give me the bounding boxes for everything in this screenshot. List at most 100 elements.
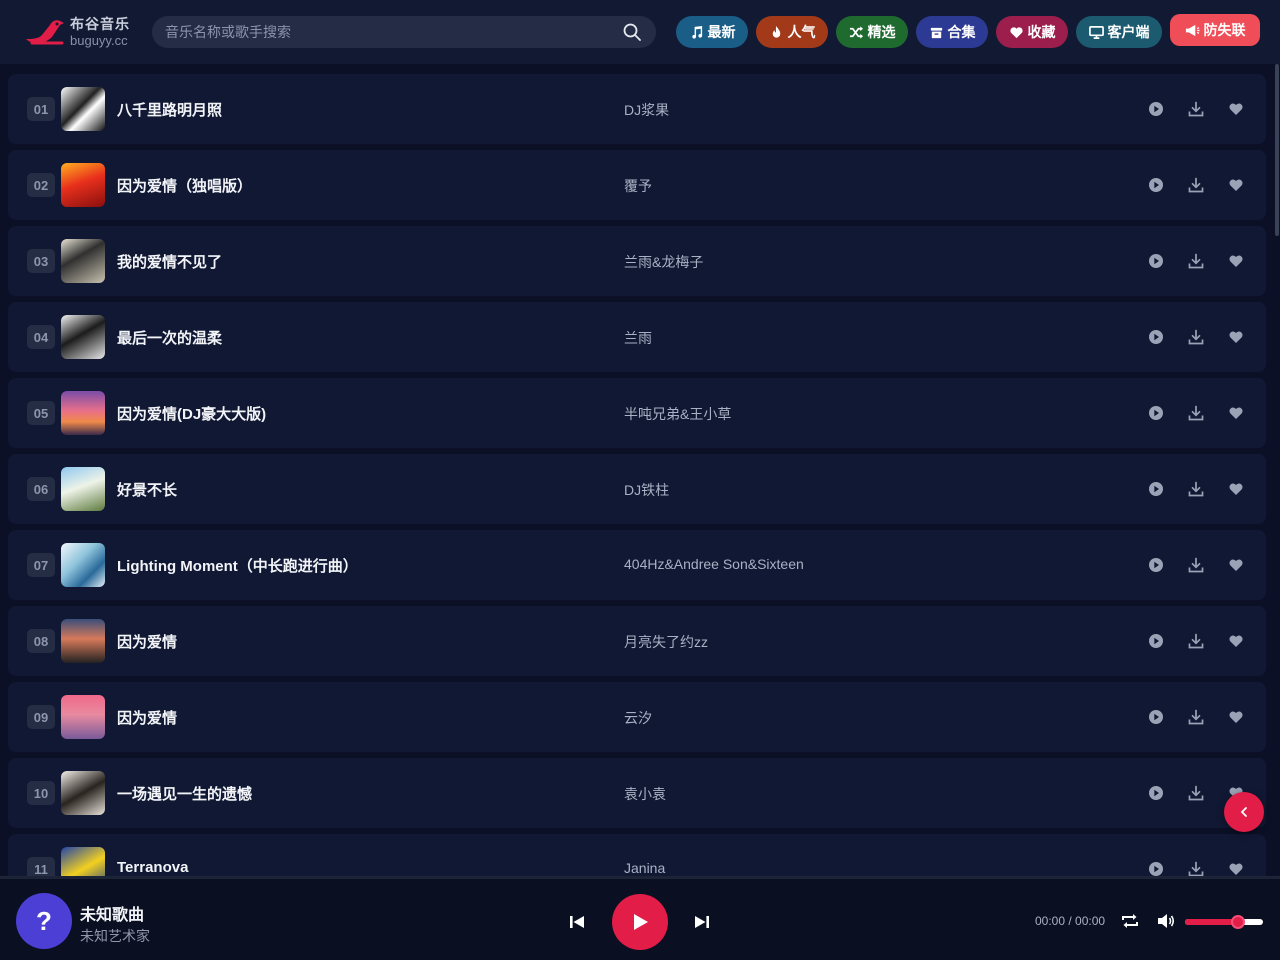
song-row[interactable]: 08 因为爱情 月亮失了约zz [8,606,1266,676]
song-artist[interactable]: 月亮失了约zz [624,632,708,652]
volume-slider[interactable] [1185,915,1263,929]
song-row[interactable]: 10 一场遇见一生的遗憾 袁小袁 [8,758,1266,828]
nav-latest-button[interactable]: 最新 [676,16,748,48]
monitor-icon [1088,25,1104,39]
search-input[interactable] [152,16,622,48]
song-row[interactable]: 04 最后一次的温柔 兰雨 [8,302,1266,372]
row-download-button[interactable] [1186,707,1206,727]
album-cover[interactable] [61,543,105,587]
row-download-button[interactable] [1186,479,1206,499]
song-row[interactable]: 07 Lighting Moment（中长跑进行曲） 404Hz&Andree So… [8,530,1266,600]
play-button[interactable] [612,894,668,950]
song-row[interactable]: 11 Terranova Janina [8,834,1266,876]
nav-featured-button[interactable]: 精选 [836,16,908,48]
row-favorite-button[interactable] [1226,175,1246,195]
play-circle-icon [1149,406,1163,420]
song-artist[interactable]: 半吨兄弟&王小草 [624,404,731,424]
row-play-button[interactable] [1146,859,1166,876]
song-title[interactable]: 八千里路明月照 [117,99,222,120]
row-play-button[interactable] [1146,707,1166,727]
song-title[interactable]: 一场遇见一生的遗憾 [117,783,252,804]
nav-collections-button[interactable]: 合集 [916,16,988,48]
search-icon[interactable] [622,22,642,42]
nav-client-button[interactable]: 客户端 [1076,16,1162,48]
song-artist[interactable]: DJ浆果 [624,100,669,120]
row-download-button[interactable] [1186,631,1206,651]
nav-popular-button[interactable]: 人气 [756,16,828,48]
row-favorite-button[interactable] [1226,479,1246,499]
song-title[interactable]: Lighting Moment（中长跑进行曲） [117,555,358,576]
row-favorite-button[interactable] [1226,327,1246,347]
row-favorite-button[interactable] [1226,859,1246,876]
next-button[interactable] [691,911,713,933]
song-title[interactable]: 我的爱情不见了 [117,251,222,272]
track-avatar[interactable]: ? [16,893,72,949]
row-play-button[interactable] [1146,251,1166,271]
song-artist[interactable]: DJ铁柱 [624,480,669,500]
row-play-button[interactable] [1146,783,1166,803]
row-favorite-button[interactable] [1226,403,1246,423]
song-artist[interactable]: 兰雨&龙梅子 [624,252,703,272]
album-cover[interactable] [61,695,105,739]
song-title[interactable]: 因为爱情 [117,707,177,728]
row-download-button[interactable] [1186,251,1206,271]
row-download-button[interactable] [1186,859,1206,876]
album-cover[interactable] [61,619,105,663]
album-cover[interactable] [61,847,105,876]
row-download-button[interactable] [1186,555,1206,575]
previous-button[interactable] [566,911,588,933]
song-row[interactable]: 01 八千里路明月照 DJ浆果 [8,74,1266,144]
album-cover[interactable] [61,239,105,283]
row-download-button[interactable] [1186,175,1206,195]
song-row[interactable]: 03 我的爱情不见了 兰雨&龙梅子 [8,226,1266,296]
song-title[interactable]: 好景不长 [117,479,177,500]
row-play-button[interactable] [1146,175,1166,195]
row-play-button[interactable] [1146,631,1166,651]
song-artist[interactable]: 覆予 [624,176,652,196]
row-download-button[interactable] [1186,403,1206,423]
row-play-button[interactable] [1146,479,1166,499]
song-title[interactable]: 最后一次的温柔 [117,327,222,348]
song-artist[interactable]: 兰雨 [624,328,652,348]
song-row[interactable]: 05 因为爱情(DJ豪大大版) 半吨兄弟&王小草 [8,378,1266,448]
collapse-toggle-button[interactable] [1224,792,1264,832]
scrollbar-thumb[interactable] [1275,64,1279,236]
song-artist[interactable]: 袁小袁 [624,784,666,804]
volume-button[interactable] [1155,910,1177,932]
nav-favorites-button[interactable]: 收藏 [996,16,1068,48]
row-play-button[interactable] [1146,555,1166,575]
row-download-button[interactable] [1186,99,1206,119]
album-cover[interactable] [61,391,105,435]
album-cover[interactable] [61,467,105,511]
song-artist[interactable]: 云汐 [624,708,652,728]
row-favorite-button[interactable] [1226,631,1246,651]
song-artist[interactable]: 404Hz&Andree Son&Sixteen [624,556,804,572]
row-favorite-button[interactable] [1226,707,1246,727]
row-play-button[interactable] [1146,403,1166,423]
song-row[interactable]: 06 好景不长 DJ铁柱 [8,454,1266,524]
row-favorite-button[interactable] [1226,555,1246,575]
song-title[interactable]: 因为爱情 [117,631,177,652]
row-download-button[interactable] [1186,783,1206,803]
volume-knob[interactable] [1231,915,1246,929]
album-cover[interactable] [61,163,105,207]
track-number: 05 [27,401,55,425]
row-download-button[interactable] [1186,327,1206,347]
scrollbar[interactable] [1274,64,1280,876]
song-title[interactable]: 因为爱情(DJ豪大大版) [117,403,266,424]
nav-anti-lost-button[interactable]: 防失联 [1170,14,1260,46]
album-cover[interactable] [61,771,105,815]
song-row[interactable]: 09 因为爱情 云汐 [8,682,1266,752]
album-cover[interactable] [61,315,105,359]
loop-button[interactable] [1119,910,1141,932]
row-play-button[interactable] [1146,327,1166,347]
album-cover[interactable] [61,87,105,131]
song-row[interactable]: 02 因为爱情（独唱版） 覆予 [8,150,1266,220]
song-title[interactable]: 因为爱情（独唱版） [117,175,252,196]
site-logo[interactable]: 布谷音乐 buguyy.cc [22,12,132,52]
song-title[interactable]: Terranova [117,859,188,876]
row-favorite-button[interactable] [1226,99,1246,119]
row-play-button[interactable] [1146,99,1166,119]
song-artist[interactable]: Janina [624,860,665,876]
row-favorite-button[interactable] [1226,251,1246,271]
